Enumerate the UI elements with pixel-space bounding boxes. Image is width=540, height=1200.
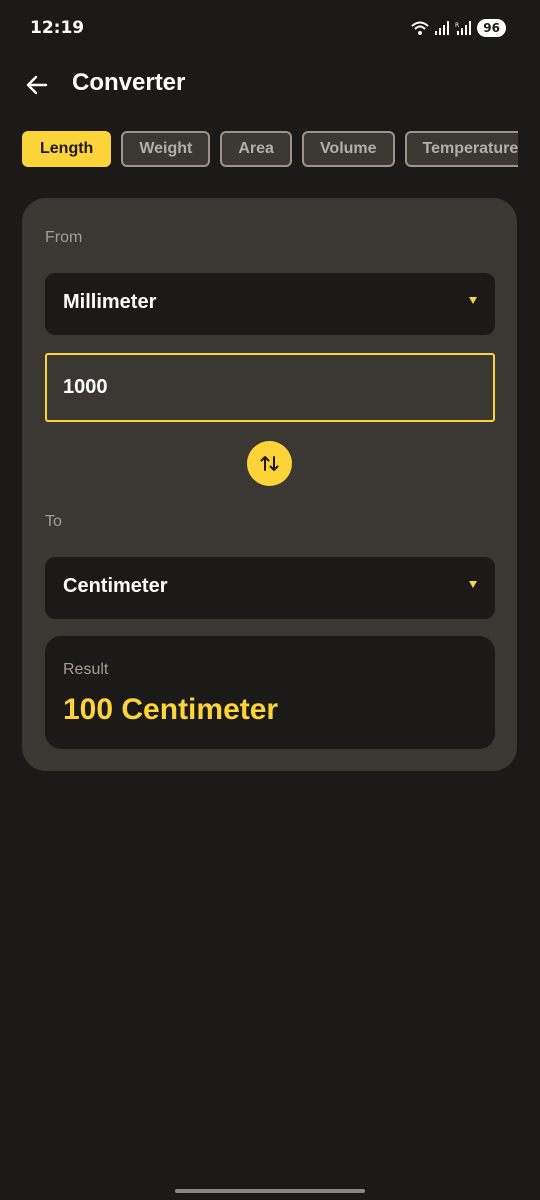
chip-length[interactable]: Length: [22, 131, 112, 167]
battery-badge: 96: [477, 19, 506, 37]
status-time: 12:19: [30, 18, 85, 38]
home-indicator[interactable]: [175, 1189, 365, 1193]
to-unit-dropdown[interactable]: Centimeter: [45, 557, 495, 619]
from-unit-value: Millimeter: [63, 291, 157, 313]
page-title: Converter: [72, 69, 186, 96]
to-label: To: [45, 513, 62, 530]
from-unit-dropdown[interactable]: Millimeter: [45, 273, 495, 335]
signal-icon: [435, 21, 450, 35]
status-bar: 12:19 R 96: [0, 0, 540, 58]
svg-text:R: R: [455, 22, 459, 29]
dropdown-arrow-icon: [469, 581, 477, 588]
to-unit-value: Centimeter: [63, 575, 168, 597]
chip-temperature[interactable]: Temperature: [404, 131, 518, 167]
category-chips: Length Weight Area Volume Temperature: [22, 131, 518, 169]
result-value: 100 Centimeter: [63, 693, 279, 726]
dropdown-arrow-icon: [469, 297, 477, 304]
status-icons: R 96: [411, 19, 506, 37]
converter-card: From Millimeter To Centimeter Result 100…: [22, 198, 517, 771]
amount-input[interactable]: [45, 353, 495, 422]
chip-weight[interactable]: Weight: [121, 131, 211, 167]
app-bar: Converter: [0, 58, 540, 114]
arrow-left-icon: [26, 75, 48, 95]
result-label: Result: [63, 661, 109, 678]
chip-area[interactable]: Area: [220, 131, 292, 167]
result-box: Result 100 Centimeter: [45, 636, 495, 749]
swap-button[interactable]: [247, 441, 292, 486]
signal-r-icon: R: [455, 21, 472, 35]
wifi-icon: [411, 21, 429, 35]
chip-volume[interactable]: Volume: [301, 131, 395, 167]
swap-vertical-icon: [260, 456, 279, 471]
from-label: From: [45, 229, 83, 246]
back-button[interactable]: [22, 70, 52, 100]
